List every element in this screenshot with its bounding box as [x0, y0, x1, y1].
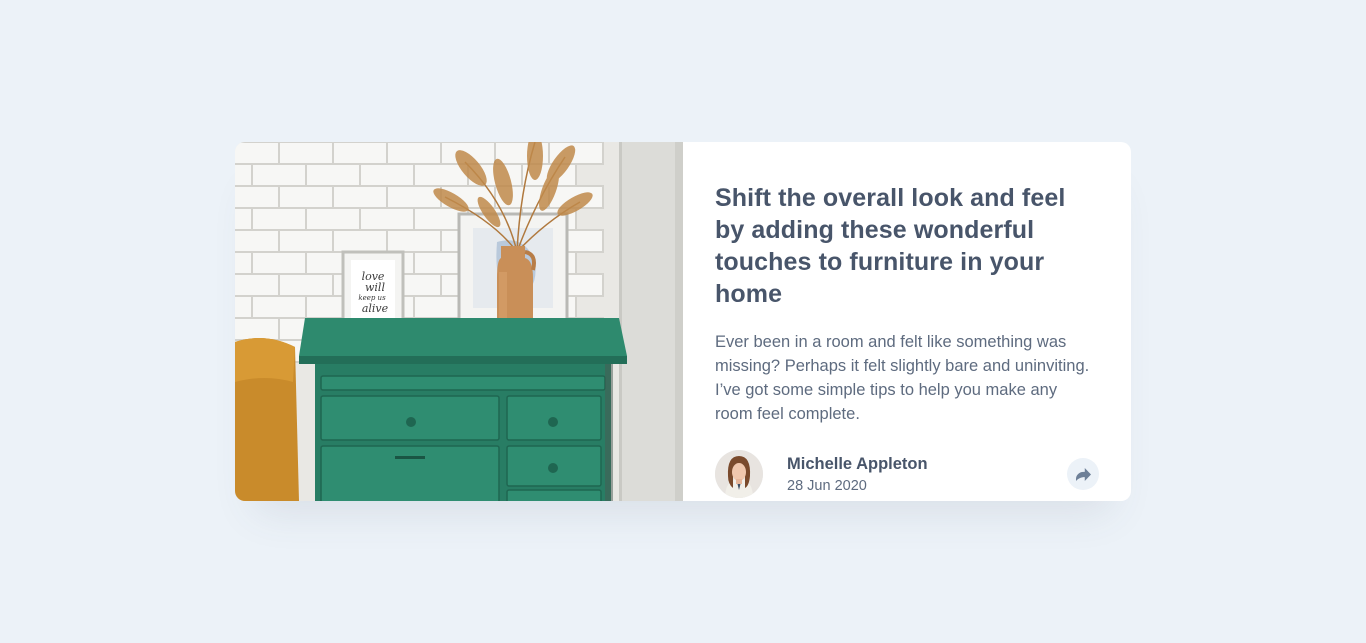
article-content: Shift the overall look and feel by addin… — [683, 142, 1131, 501]
article-description: Ever been in a room and felt like someth… — [715, 333, 1090, 423]
frame-text: keep us — [358, 294, 386, 302]
article-title: Shift the overall look and feel by addin… — [715, 184, 1066, 308]
share-icon — [1075, 467, 1091, 481]
author-name: Michelle Appleton — [787, 454, 928, 473]
frame-text: will — [365, 281, 385, 294]
author-meta: Michelle Appleton 28 Jun 2020 — [787, 453, 1067, 496]
author-row: Michelle Appleton 28 Jun 2020 — [715, 450, 1099, 498]
avatar — [715, 450, 763, 498]
article-card: love will keep us alive Shift the overal… — [235, 142, 1131, 501]
frame-text: alive — [362, 302, 389, 315]
publish-date: 28 Jun 2020 — [787, 477, 867, 494]
share-button[interactable] — [1067, 458, 1099, 490]
article-image: love will keep us alive — [235, 142, 683, 501]
